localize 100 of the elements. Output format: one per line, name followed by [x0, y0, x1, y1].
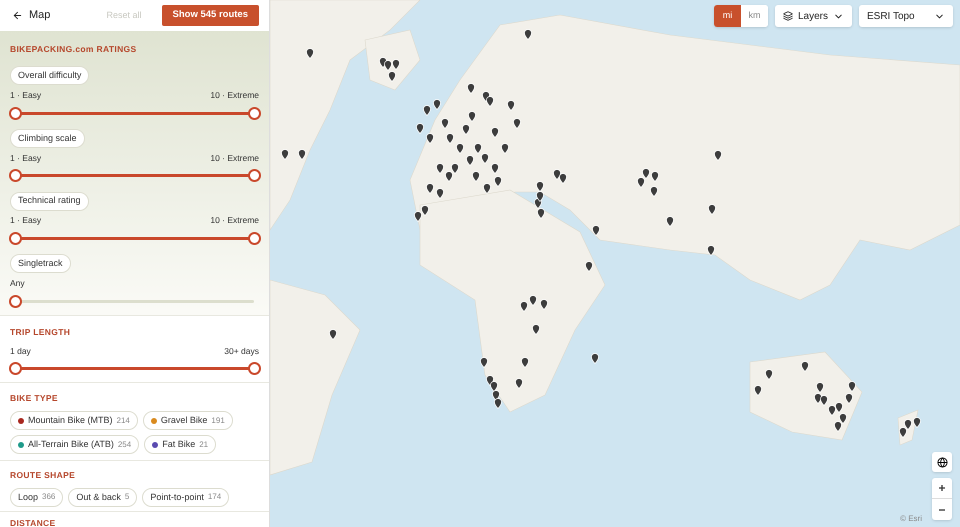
map-pin-icon[interactable]	[814, 393, 822, 404]
filter-chip[interactable]: Out & back 5	[68, 488, 138, 507]
map-pin-icon[interactable]	[834, 421, 842, 432]
map-pin-icon[interactable]	[423, 105, 431, 116]
map-pin-icon[interactable]	[708, 204, 716, 215]
range-slider[interactable]	[8, 106, 260, 120]
map-pin-icon[interactable]	[436, 188, 444, 199]
slider-thumb[interactable]	[248, 232, 260, 245]
unit-option[interactable]: km	[740, 5, 768, 27]
filter-chip[interactable]: Loop 366	[10, 488, 64, 507]
range-slider[interactable]	[8, 232, 260, 245]
map-pin-icon[interactable]	[446, 133, 454, 144]
map-pin-icon[interactable]	[414, 211, 422, 222]
map-pin-icon[interactable]	[486, 375, 494, 386]
map-pin-icon[interactable]	[490, 381, 498, 392]
map-pin-icon[interactable]	[650, 186, 658, 197]
map-pin-icon[interactable]	[651, 171, 659, 182]
back-link[interactable]: Map	[12, 7, 50, 24]
map-pin-icon[interactable]	[540, 299, 548, 310]
map-pin-icon[interactable]	[494, 176, 502, 187]
map-pin-icon[interactable]	[306, 48, 314, 59]
map-pin-icon[interactable]	[754, 385, 762, 396]
map-pin-icon[interactable]	[433, 99, 441, 110]
map-pin-icon[interactable]	[845, 393, 853, 404]
slider-thumb[interactable]	[8, 362, 22, 376]
map-pin-icon[interactable]	[472, 171, 480, 182]
range-slider[interactable]	[8, 169, 260, 182]
filter-chip[interactable]: All-Terrain Bike (ATB) 254	[10, 435, 140, 454]
rating-label[interactable]: Overall difficulty	[10, 66, 90, 85]
unit-option[interactable]: mi	[714, 5, 741, 27]
globe-button[interactable]	[932, 452, 952, 472]
show-routes-button[interactable]: Show 545 routes	[162, 5, 259, 26]
slider-thumb[interactable]	[8, 232, 22, 245]
map-pin-icon[interactable]	[474, 143, 482, 154]
map-pin-icon[interactable]	[524, 29, 532, 40]
map-pin-icon[interactable]	[536, 181, 544, 192]
map-pin-icon[interactable]	[451, 163, 459, 174]
map-pin-icon[interactable]	[820, 395, 828, 406]
map-pin-icon[interactable]	[637, 177, 645, 188]
map-pin-icon[interactable]	[529, 295, 537, 306]
slider-thumb[interactable]	[8, 106, 22, 120]
filter-chip[interactable]: Point-to-point 174	[142, 488, 230, 507]
map-pin-icon[interactable]	[483, 183, 491, 194]
zoom-out-button[interactable]: −	[932, 499, 952, 520]
map-pin-icon[interactable]	[421, 205, 429, 216]
map-pin-icon[interactable]	[666, 216, 674, 227]
filter-chip[interactable]: Gravel Bike 191	[142, 411, 233, 430]
map-pin-icon[interactable]	[913, 417, 921, 428]
slider-thumb[interactable]	[248, 106, 260, 120]
map-pin-icon[interactable]	[828, 405, 836, 416]
map-pin-icon[interactable]	[456, 143, 464, 154]
rating-label[interactable]: Singletrack	[10, 254, 71, 274]
map-pin-icon[interactable]	[816, 382, 824, 393]
map-pin-icon[interactable]	[491, 127, 499, 138]
map-pin-icon[interactable]	[416, 123, 424, 134]
map-pin-icon[interactable]	[426, 183, 434, 194]
layers-dropdown[interactable]: Layers	[774, 5, 852, 27]
map-pin-icon[interactable]	[532, 324, 540, 335]
map-pin-icon[interactable]	[537, 208, 545, 219]
map-pin-icon[interactable]	[481, 153, 489, 164]
slider-thumb[interactable]	[8, 294, 22, 308]
slider-thumb[interactable]	[248, 362, 260, 376]
map-pin-icon[interactable]	[436, 163, 444, 174]
map-pin-icon[interactable]	[536, 191, 544, 202]
map-pin-icon[interactable]	[591, 353, 599, 364]
map-pin-icon[interactable]	[480, 357, 488, 368]
map-pin-icon[interactable]	[515, 378, 523, 389]
map-pin-icon[interactable]	[848, 381, 856, 392]
map-pin-icon[interactable]	[462, 124, 470, 135]
map-pin-icon[interactable]	[468, 111, 476, 122]
map-pin-icon[interactable]	[559, 173, 567, 184]
map-pin-icon[interactable]	[520, 301, 528, 312]
map-pin-icon[interactable]	[392, 59, 400, 70]
map-pin-icon[interactable]	[714, 150, 722, 161]
slider-thumb[interactable]	[8, 169, 22, 182]
map-pin-icon[interactable]	[298, 149, 306, 160]
map-pin-icon[interactable]	[441, 118, 449, 129]
map-pin-icon[interactable]	[513, 118, 521, 129]
zoom-in-button[interactable]: +	[932, 478, 952, 499]
filter-chip[interactable]: Mountain Bike (MTB) 214	[10, 411, 138, 430]
map-pin-icon[interactable]	[501, 143, 509, 154]
filter-chip[interactable]: Fat Bike 21	[144, 435, 216, 454]
map-pin-icon[interactable]	[553, 169, 561, 180]
rating-label[interactable]: Technical rating	[10, 192, 89, 210]
map-pin-icon[interactable]	[426, 133, 434, 144]
map-pin-icon[interactable]	[642, 168, 650, 179]
map-pin-icon[interactable]	[491, 163, 499, 174]
slider-thumb[interactable]	[248, 169, 260, 182]
map-pin-icon[interactable]	[507, 100, 515, 111]
map-pin-icon[interactable]	[329, 329, 337, 340]
map-pin-icon[interactable]	[384, 60, 392, 71]
map-pin-icon[interactable]	[486, 96, 494, 107]
map-pin-icon[interactable]	[521, 357, 529, 368]
map-pin-icon[interactable]	[492, 390, 500, 401]
map-pin-icon[interactable]	[585, 261, 593, 272]
map-pin-icon[interactable]	[281, 149, 289, 160]
basemap-dropdown[interactable]: ESRI Topo	[859, 5, 953, 27]
map-pin-icon[interactable]	[801, 361, 809, 372]
map-pin-icon[interactable]	[388, 71, 396, 82]
map-pin-icon[interactable]	[467, 83, 475, 94]
